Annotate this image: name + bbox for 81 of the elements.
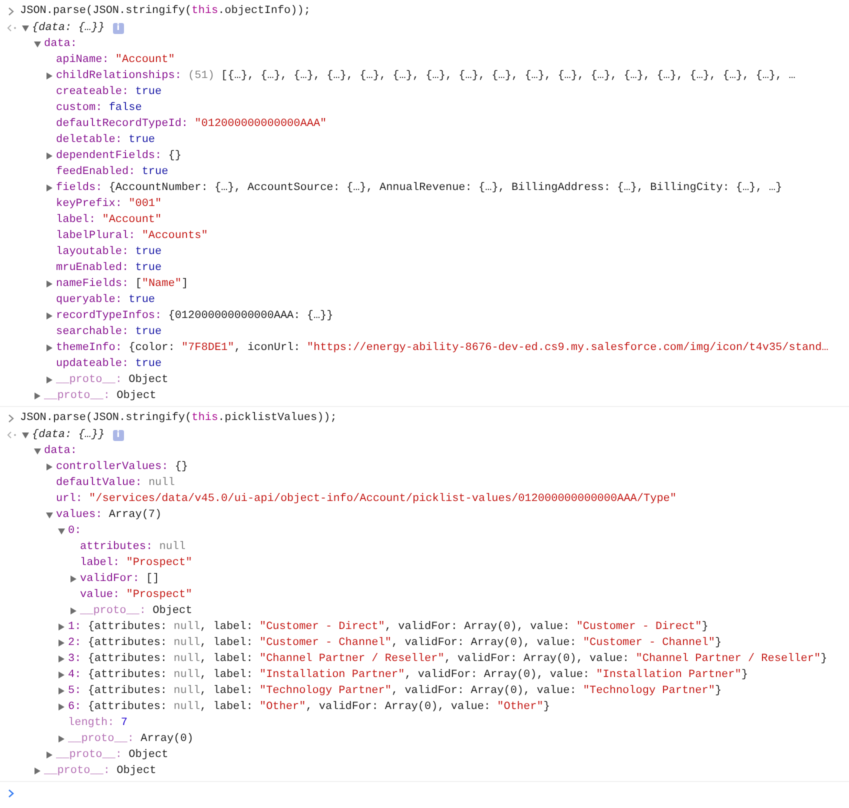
property-line: defaultValue: null [56, 476, 175, 491]
property-line: __proto__: Object [80, 604, 192, 619]
expanded-caret-icon[interactable] [22, 24, 29, 32]
expanded-caret-icon[interactable] [58, 527, 65, 535]
property-line: 1: {attributes: null, label: "Customer - Direct", validFor: Array(0), value: "Customer - Direct"} [68, 620, 708, 635]
collapsed-caret-icon[interactable] [46, 72, 53, 80]
property-line: nameFields: ["Name"] [56, 277, 188, 292]
property-line: __proto__: Object [56, 748, 168, 763]
collapsed-caret-icon[interactable] [58, 735, 65, 743]
property-line: 3: {attributes: null, label: "Channel Partner / Reseller", validFor: Array(0), value: "Channel Partner / Reseller"} [68, 652, 828, 667]
property-line: label: "Account" [56, 213, 162, 228]
property-line: layoutable: true [56, 245, 162, 260]
return-arrow-icon [7, 431, 17, 439]
collapsed-caret-icon[interactable] [46, 184, 53, 192]
property-line: attributes: null [80, 540, 186, 555]
collapsed-caret-icon[interactable] [58, 687, 65, 695]
property-line: createable: true [56, 85, 162, 100]
expanded-caret-icon[interactable] [46, 511, 53, 519]
collapsed-caret-icon[interactable] [46, 463, 53, 471]
collapsed-caret-icon[interactable] [58, 639, 65, 647]
collapsed-caret-icon[interactable] [34, 767, 41, 775]
command-text: JSON.parse(JSON.stringify(this.objectInfo)); [20, 4, 310, 19]
collapsed-caret-icon[interactable] [58, 671, 65, 679]
property-line: 5: {attributes: null, label: "Technology Partner", validFor: Array(0), value: "Technology Partner"} [68, 684, 722, 699]
property-line: value: "Prospect" [80, 588, 192, 603]
property-line: recordTypeInfos: {012000000000000AAA: {…}} [56, 309, 334, 324]
property-line: queryable: true [56, 293, 156, 308]
property-line: dependentFields: {} [56, 149, 182, 164]
property-line: url: "/services/data/v45.0/ui-api/object-info/Account/picklist-values/012000000000000AAA/Type" [56, 492, 677, 507]
property-line: themeInfo: {color: "7F8DE1", iconUrl: "https://energy-ability-8676-dev-ed.cs9.my.salesforce.com/img/icon/t4v35/stand… [56, 341, 828, 356]
property-line: mruEnabled: true [56, 261, 162, 276]
command-text: JSON.parse(JSON.stringify(this.picklistValues)); [20, 411, 337, 426]
expanded-caret-icon[interactable] [34, 40, 41, 48]
property-line: __proto__: Array(0) [68, 732, 194, 747]
collapsed-caret-icon[interactable] [46, 312, 53, 320]
collapsed-caret-icon[interactable] [46, 751, 53, 759]
info-icon[interactable]: i [112, 430, 124, 440]
property-line: keyPrefix: "001" [56, 197, 162, 212]
property-line: label: "Prospect" [80, 556, 192, 571]
prompt-chevron-icon[interactable] [8, 788, 14, 798]
property-line: updateable: true [56, 357, 162, 372]
property-line: defaultRecordTypeId: "012000000000000AAA" [56, 117, 327, 132]
collapsed-caret-icon[interactable] [46, 376, 53, 384]
prompt-chevron-icon [8, 414, 14, 422]
property-line: 4: {attributes: null, label: "Installation Partner", validFor: Array(0), value: "Installation Partner"} [68, 668, 748, 683]
property-line: length: 7 [68, 716, 128, 731]
property-line: data: [44, 37, 78, 52]
collapsed-caret-icon[interactable] [46, 344, 53, 352]
property-line: 6: {attributes: null, label: "Other", validFor: Array(0), value: "Other"} [68, 700, 550, 715]
property-line: validFor: [] [80, 572, 160, 587]
property-line: 2: {attributes: null, label: "Customer - Channel", validFor: Array(0), value: "Customer - Channel"} [68, 636, 722, 651]
property-line: labelPlural: "Accounts" [56, 229, 208, 244]
collapsed-caret-icon[interactable] [46, 152, 53, 160]
property-line: deletable: true [56, 133, 156, 148]
object-preview: {data: {…}} [32, 428, 105, 443]
property-line: __proto__: Object [44, 764, 156, 779]
property-line: childRelationships: (51) [{…}, {…}, {…}, {…}, {…}, {…}, {…}, {…}, {…}, {…}, {…}, {…}, {…}, {…}, {…}, {…}, {…}, … [56, 69, 796, 84]
property-line: data: [44, 444, 78, 459]
expanded-caret-icon[interactable] [22, 431, 29, 439]
collapsed-caret-icon[interactable] [58, 623, 65, 631]
expanded-caret-icon[interactable] [34, 447, 41, 455]
property-line: __proto__: Object [44, 389, 156, 404]
property-line: custom: false [56, 101, 142, 116]
collapsed-caret-icon[interactable] [70, 575, 77, 583]
property-line: fields: {AccountNumber: {…}, AccountSource: {…}, AnnualRevenue: {…}, BillingAddress: {…}, BillingCity: {…}, …} [56, 181, 782, 196]
return-arrow-icon [7, 24, 17, 32]
property-line: __proto__: Object [56, 373, 168, 388]
collapsed-caret-icon[interactable] [58, 703, 65, 711]
collapsed-caret-icon[interactable] [58, 655, 65, 663]
property-line: apiName: "Account" [56, 53, 175, 68]
collapsed-caret-icon[interactable] [70, 607, 77, 615]
collapsed-caret-icon[interactable] [34, 392, 41, 400]
property-line: 0: [68, 524, 82, 539]
object-preview: {data: {…}} [32, 21, 105, 36]
prompt-chevron-icon [8, 6, 14, 16]
property-line: values: Array(7) [56, 508, 162, 523]
property-line: searchable: true [56, 325, 162, 340]
collapsed-caret-icon[interactable] [46, 280, 53, 288]
property-line: controllerValues: {} [56, 460, 188, 475]
property-line: feedEnabled: true [56, 165, 168, 180]
info-icon[interactable]: i [112, 22, 124, 34]
